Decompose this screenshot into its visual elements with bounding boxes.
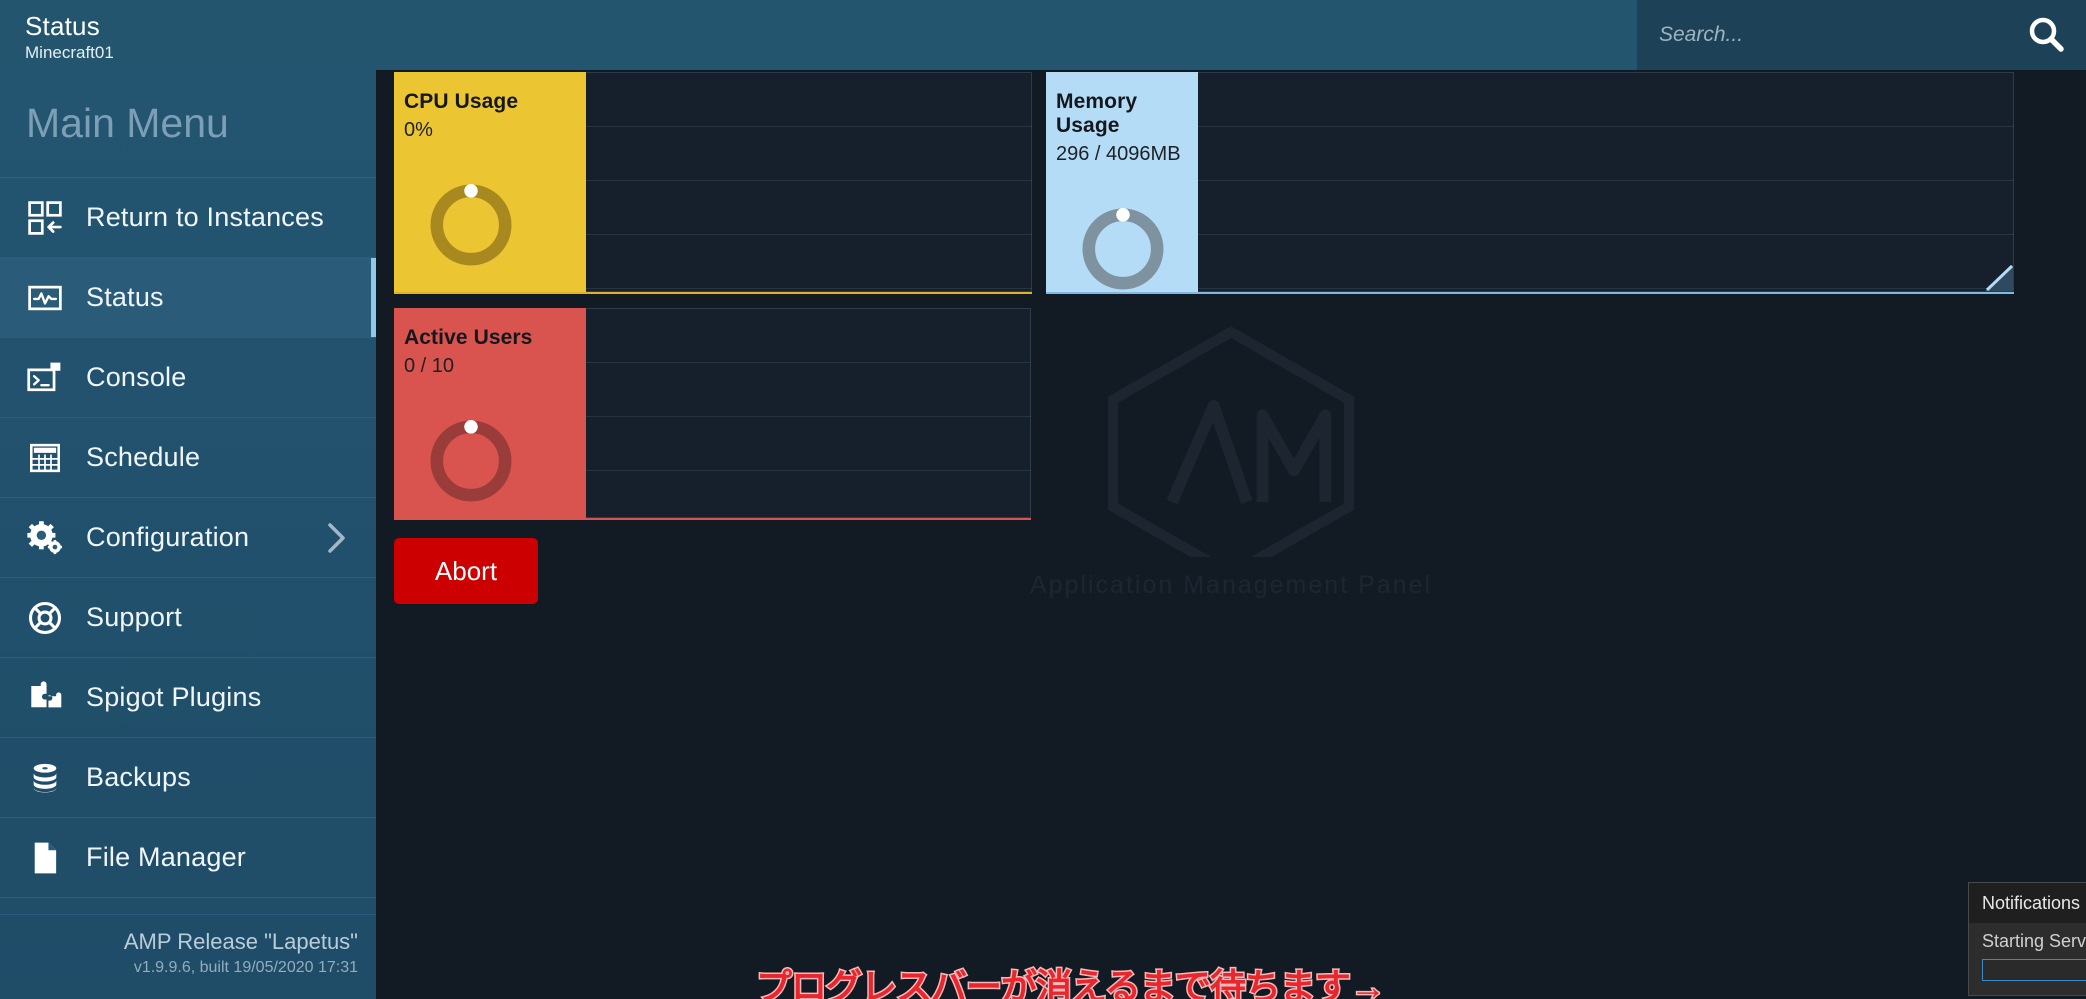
cpu-card-value: 0% <box>404 119 433 142</box>
file-page-icon <box>24 837 66 879</box>
build-number: v1.9.9.6, built 19/05/2020 17:31 <box>133 959 358 976</box>
grid-arrow-icon <box>24 197 66 239</box>
release-name: AMP Release "Lapetus" <box>123 929 358 954</box>
search-box[interactable] <box>1637 0 2086 70</box>
sidebar-item-label: Spigot Plugins <box>86 682 262 712</box>
memory-graph-plot <box>1198 72 2014 292</box>
notifications-header: Notifications (1) <box>1969 883 2086 923</box>
memory-card-title: Memory Usage <box>1056 90 1138 138</box>
version-info: AMP Release "Lapetus" v1.9.9.6, built 19… <box>0 914 376 999</box>
lifebuoy-icon <box>24 597 66 639</box>
watermark-text: Application Management Panel <box>1029 570 1433 599</box>
users-gauge <box>426 416 570 511</box>
users-card-value: 0 / 10 <box>404 355 455 378</box>
users-legend: Active Users 0 / 10 <box>394 308 586 518</box>
sidebar-item-label: Configuration <box>86 522 250 552</box>
sidebar-item-file-manager[interactable]: File Manager <box>0 818 376 898</box>
cpu-gauge <box>426 180 570 275</box>
cpu-legend: CPU Usage 0% <box>394 72 586 292</box>
sidebar-item-label: Status <box>86 282 164 312</box>
sidebar-item-label: Support <box>86 602 182 632</box>
sidebar-item-console[interactable]: Console <box>0 338 376 418</box>
instance-name: Minecraft01 <box>25 43 114 63</box>
sidebar-item-spigot-plugins[interactable]: Spigot Plugins <box>0 658 376 738</box>
sidebar-item-label: File Manager <box>86 842 246 872</box>
progress-bar <box>1982 959 2086 981</box>
abort-button[interactable]: Abort <box>394 538 538 604</box>
cpu-card-title: CPU Usage <box>404 90 519 113</box>
sidebar-item-label: Schedule <box>86 442 201 472</box>
sidebar-item-return-to-instances[interactable]: Return to Instances <box>0 178 376 258</box>
main-content: Application Management Panel CPU Usage 0… <box>376 70 2086 999</box>
gears-icon <box>24 517 66 559</box>
annotation-text: プログレスバーが消えるまで待ちます→ <box>755 965 1388 999</box>
cpu-usage-card[interactable]: CPU Usage 0% <box>394 72 1032 294</box>
sidebar-item-backups[interactable]: Backups <box>0 738 376 818</box>
terminal-icon <box>24 357 66 399</box>
users-graph-plot <box>586 308 1031 518</box>
notifications-body: Starting Server... <box>1969 923 2086 981</box>
sidebar-item-status[interactable]: Status <box>0 258 376 338</box>
memory-gauge <box>1078 204 1182 292</box>
page-heading: Status Minecraft01 <box>0 0 1637 70</box>
memory-card-value: 296 / 4096MB <box>1056 143 1181 166</box>
amp-logo-mark <box>1107 325 1355 557</box>
sidebar: Main Menu Return to Instances Status Con… <box>0 70 376 999</box>
top-bar: Status Minecraft01 <box>0 0 2086 70</box>
calendar-grid-icon <box>24 437 66 479</box>
memory-usage-card[interactable]: Memory Usage 296 / 4096MB <box>1046 72 2014 294</box>
puzzle-piece-icon <box>24 677 66 719</box>
search-icon[interactable] <box>2024 13 2068 57</box>
database-stack-icon <box>24 757 66 799</box>
page-title: Status <box>25 10 100 41</box>
amp-status-page: Status Minecraft01 Main Menu <box>0 0 2086 999</box>
sidebar-item-configuration[interactable]: Configuration <box>0 498 376 578</box>
search-input[interactable] <box>1659 23 2024 47</box>
notifications-panel[interactable]: Notifications (1) Starting Server... <box>1968 882 2086 996</box>
active-users-card[interactable]: Active Users 0 / 10 <box>394 308 1031 520</box>
sidebar-menu-title: Main Menu <box>0 70 376 178</box>
users-card-title: Active Users <box>404 326 533 349</box>
chevron-right-icon <box>324 521 350 555</box>
resize-handle-icon[interactable] <box>1985 264 2014 292</box>
sidebar-item-label: Console <box>86 362 187 392</box>
notification-message: Starting Server... <box>1982 931 2086 951</box>
sidebar-item-schedule[interactable]: Schedule <box>0 418 376 498</box>
memory-legend: Memory Usage 296 / 4096MB <box>1046 72 1198 292</box>
sidebar-item-label: Backups <box>86 762 191 792</box>
sidebar-item-support[interactable]: Support <box>0 578 376 658</box>
cpu-graph-plot <box>586 72 1032 292</box>
sidebar-item-label: Return to Instances <box>86 202 324 232</box>
monitor-pulse-icon <box>24 277 66 319</box>
